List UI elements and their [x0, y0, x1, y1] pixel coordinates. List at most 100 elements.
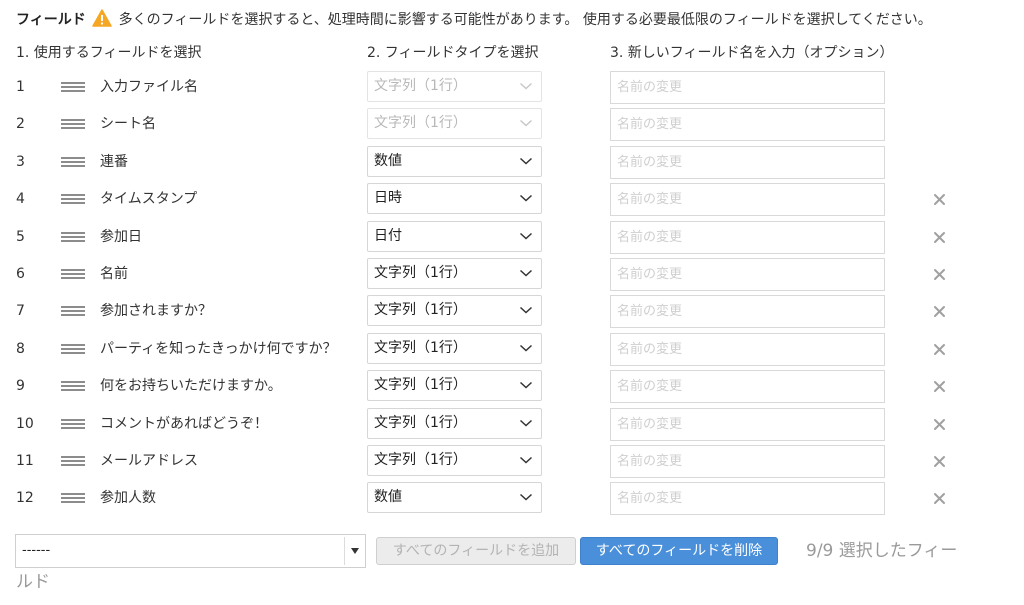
remove-field-icon[interactable] [932, 379, 947, 394]
field-row: 8 パーティを知ったきっかけ何ですか？ 文字列（1行） [0, 333, 1024, 366]
rename-field-input[interactable] [610, 408, 885, 441]
header-new-name: 3. 新しいフィールド名を入力（オプション） [610, 45, 894, 61]
drag-handle-icon[interactable] [61, 157, 85, 168]
chevron-down-icon [519, 269, 533, 277]
rename-field-input[interactable] [610, 333, 885, 366]
drag-handle-icon[interactable] [61, 381, 85, 392]
field-name: 連番 [100, 154, 128, 170]
row-number: 8 [16, 341, 25, 357]
field-type-value: 数値 [374, 489, 402, 505]
field-type-select[interactable]: 日時 [367, 183, 542, 214]
remove-field-icon[interactable] [932, 192, 947, 207]
rename-field-input[interactable] [610, 183, 885, 216]
rename-field-input[interactable] [610, 370, 885, 403]
select-divider [344, 537, 345, 565]
remove-field-icon[interactable] [932, 304, 947, 319]
add-all-fields-button[interactable]: すべてのフィールドを追加 [376, 537, 576, 565]
drag-handle-icon[interactable] [61, 456, 85, 467]
row-number: 10 [16, 416, 34, 432]
drag-handle-icon[interactable] [61, 493, 85, 504]
field-type-select[interactable]: 文字列（1行） [367, 445, 542, 476]
field-row: 5 参加日 日付 [0, 221, 1024, 254]
remove-field-icon[interactable] [932, 342, 947, 357]
field-type-value: 日付 [374, 228, 402, 244]
remove-field-icon[interactable] [932, 454, 947, 469]
field-type-value: 文字列（1行） [374, 340, 467, 356]
field-type-select[interactable]: 数値 [367, 482, 542, 513]
selected-count-continued: ルド [16, 572, 50, 592]
field-type-select[interactable]: 文字列（1行） [367, 408, 542, 439]
rename-field-input[interactable] [610, 71, 885, 104]
dropdown-arrow-icon [351, 548, 359, 554]
row-number: 6 [16, 266, 25, 282]
field-name: 入力ファイル名 [100, 79, 198, 95]
rename-field-input[interactable] [610, 482, 885, 515]
field-name: 参加されますか？ [100, 303, 212, 319]
row-number: 4 [16, 191, 25, 207]
field-row: 9 何をお持ちいただけますか。 文字列（1行） [0, 370, 1024, 403]
chevron-down-icon [519, 82, 533, 90]
remove-field-icon[interactable] [932, 491, 947, 506]
chevron-down-icon [519, 157, 533, 165]
row-number: 12 [16, 490, 34, 506]
row-number: 9 [16, 378, 25, 394]
field-type-value: 日時 [374, 190, 402, 206]
remove-all-fields-button[interactable]: すべてのフィールドを削除 [580, 537, 778, 565]
rename-field-input[interactable] [610, 295, 885, 328]
field-type-select[interactable]: 文字列（1行） [367, 333, 542, 364]
field-row: 6 名前 文字列（1行） [0, 258, 1024, 291]
field-name: タイムスタンプ [100, 191, 198, 207]
field-type-select[interactable]: 日付 [367, 221, 542, 252]
field-picker-value: ------ [22, 543, 51, 558]
drag-handle-icon[interactable] [61, 306, 85, 317]
field-row: 7 参加されますか？ 文字列（1行） [0, 295, 1024, 328]
field-row: 4 タイムスタンプ 日時 [0, 183, 1024, 216]
chevron-down-icon [519, 381, 533, 389]
field-name: 参加日 [100, 229, 142, 245]
field-type-value: 文字列（1行） [374, 265, 467, 281]
field-name: パーティを知ったきっかけ何ですか？ [100, 341, 337, 357]
drag-handle-icon[interactable] [61, 194, 85, 205]
field-type-select[interactable]: 文字列（1行） [367, 295, 542, 326]
remove-field-icon[interactable] [932, 267, 947, 282]
row-number: 11 [16, 453, 34, 469]
drag-handle-icon[interactable] [61, 344, 85, 355]
field-name: 参加人数 [100, 490, 156, 506]
drag-handle-icon[interactable] [61, 119, 85, 130]
field-type-value: 文字列（1行） [374, 452, 467, 468]
section-title: フィールド [16, 12, 86, 28]
row-number: 5 [16, 229, 25, 245]
field-type-value: 文字列（1行） [374, 302, 467, 318]
rename-field-input[interactable] [610, 108, 885, 141]
chevron-down-icon [519, 306, 533, 314]
header-field-type: 2. フィールドタイプを選択 [367, 45, 539, 61]
drag-handle-icon[interactable] [61, 232, 85, 243]
row-number: 7 [16, 303, 25, 319]
warning-icon [92, 9, 112, 27]
remove-field-icon[interactable] [932, 417, 947, 432]
field-type-value: 文字列（1行） [374, 115, 467, 131]
chevron-down-icon [519, 232, 533, 240]
drag-handle-icon[interactable] [61, 82, 85, 93]
field-type-select: 文字列（1行） [367, 71, 542, 102]
field-type-select: 文字列（1行） [367, 108, 542, 139]
field-row: 1 入力ファイル名 文字列（1行） [0, 71, 1024, 104]
remove-field-icon[interactable] [932, 230, 947, 245]
rename-field-input[interactable] [610, 445, 885, 478]
notice-bar: フィールド 多くのフィールドを選択すると、処理時間に影響する可能性があります。 … [16, 9, 932, 31]
drag-handle-icon[interactable] [61, 419, 85, 430]
row-number: 1 [16, 79, 25, 95]
rename-field-input[interactable] [610, 146, 885, 179]
rename-field-input[interactable] [610, 221, 885, 254]
field-type-select[interactable]: 数値 [367, 146, 542, 177]
field-type-select[interactable]: 文字列（1行） [367, 258, 542, 289]
field-picker-select[interactable]: ------ [15, 534, 366, 568]
field-row: 2 シート名 文字列（1行） [0, 108, 1024, 141]
header-use-field: 1. 使用するフィールドを選択 [16, 45, 202, 61]
field-type-select[interactable]: 文字列（1行） [367, 370, 542, 401]
rename-field-input[interactable] [610, 258, 885, 291]
field-name: メールアドレス [100, 453, 198, 469]
row-number: 3 [16, 154, 25, 170]
drag-handle-icon[interactable] [61, 269, 85, 280]
field-name: シート名 [100, 116, 156, 132]
